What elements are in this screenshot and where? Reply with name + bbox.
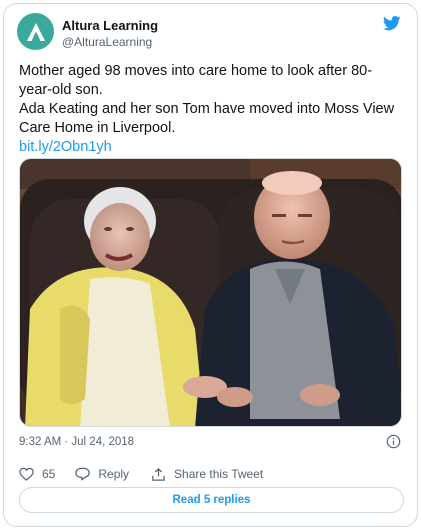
twitter-bird-icon[interactable] [383, 16, 401, 31]
info-icon[interactable] [386, 434, 401, 449]
tweet-card: Altura Learning @AlturaLearning Mother a… [3, 3, 418, 527]
tweet-line-1: Mother aged 98 moves into care home to l… [19, 63, 373, 98]
like-count: 65 [42, 467, 56, 481]
tweet-actions: 65 Reply Share this Tweet [19, 464, 399, 484]
read-replies-button[interactable]: Read 5 replies [19, 487, 404, 513]
tweet-text: Mother aged 98 moves into care home to l… [19, 62, 404, 157]
heart-icon [19, 467, 34, 481]
tweet-photo[interactable] [19, 158, 402, 427]
tweet-link[interactable]: bit.ly/2Obn1yh [19, 139, 112, 155]
avatar[interactable] [17, 13, 54, 50]
like-button[interactable]: 65 [19, 467, 55, 481]
account-handle[interactable]: @AlturaLearning [62, 35, 152, 49]
reply-icon [75, 467, 91, 481]
account-name[interactable]: Altura Learning [62, 18, 158, 33]
photo-illustration [20, 159, 401, 426]
share-label: Share this Tweet [174, 467, 264, 481]
reply-button[interactable]: Reply [75, 467, 129, 481]
tweet-line-2: Ada Keating and her son Tom have moved i… [19, 101, 395, 136]
altura-logo-icon [26, 22, 45, 41]
reply-label: Reply [98, 467, 130, 481]
share-icon [152, 467, 165, 481]
tweet-timestamp[interactable]: 9:32 AM · Jul 24, 2018 [19, 436, 134, 448]
share-button[interactable]: Share this Tweet [151, 467, 263, 482]
